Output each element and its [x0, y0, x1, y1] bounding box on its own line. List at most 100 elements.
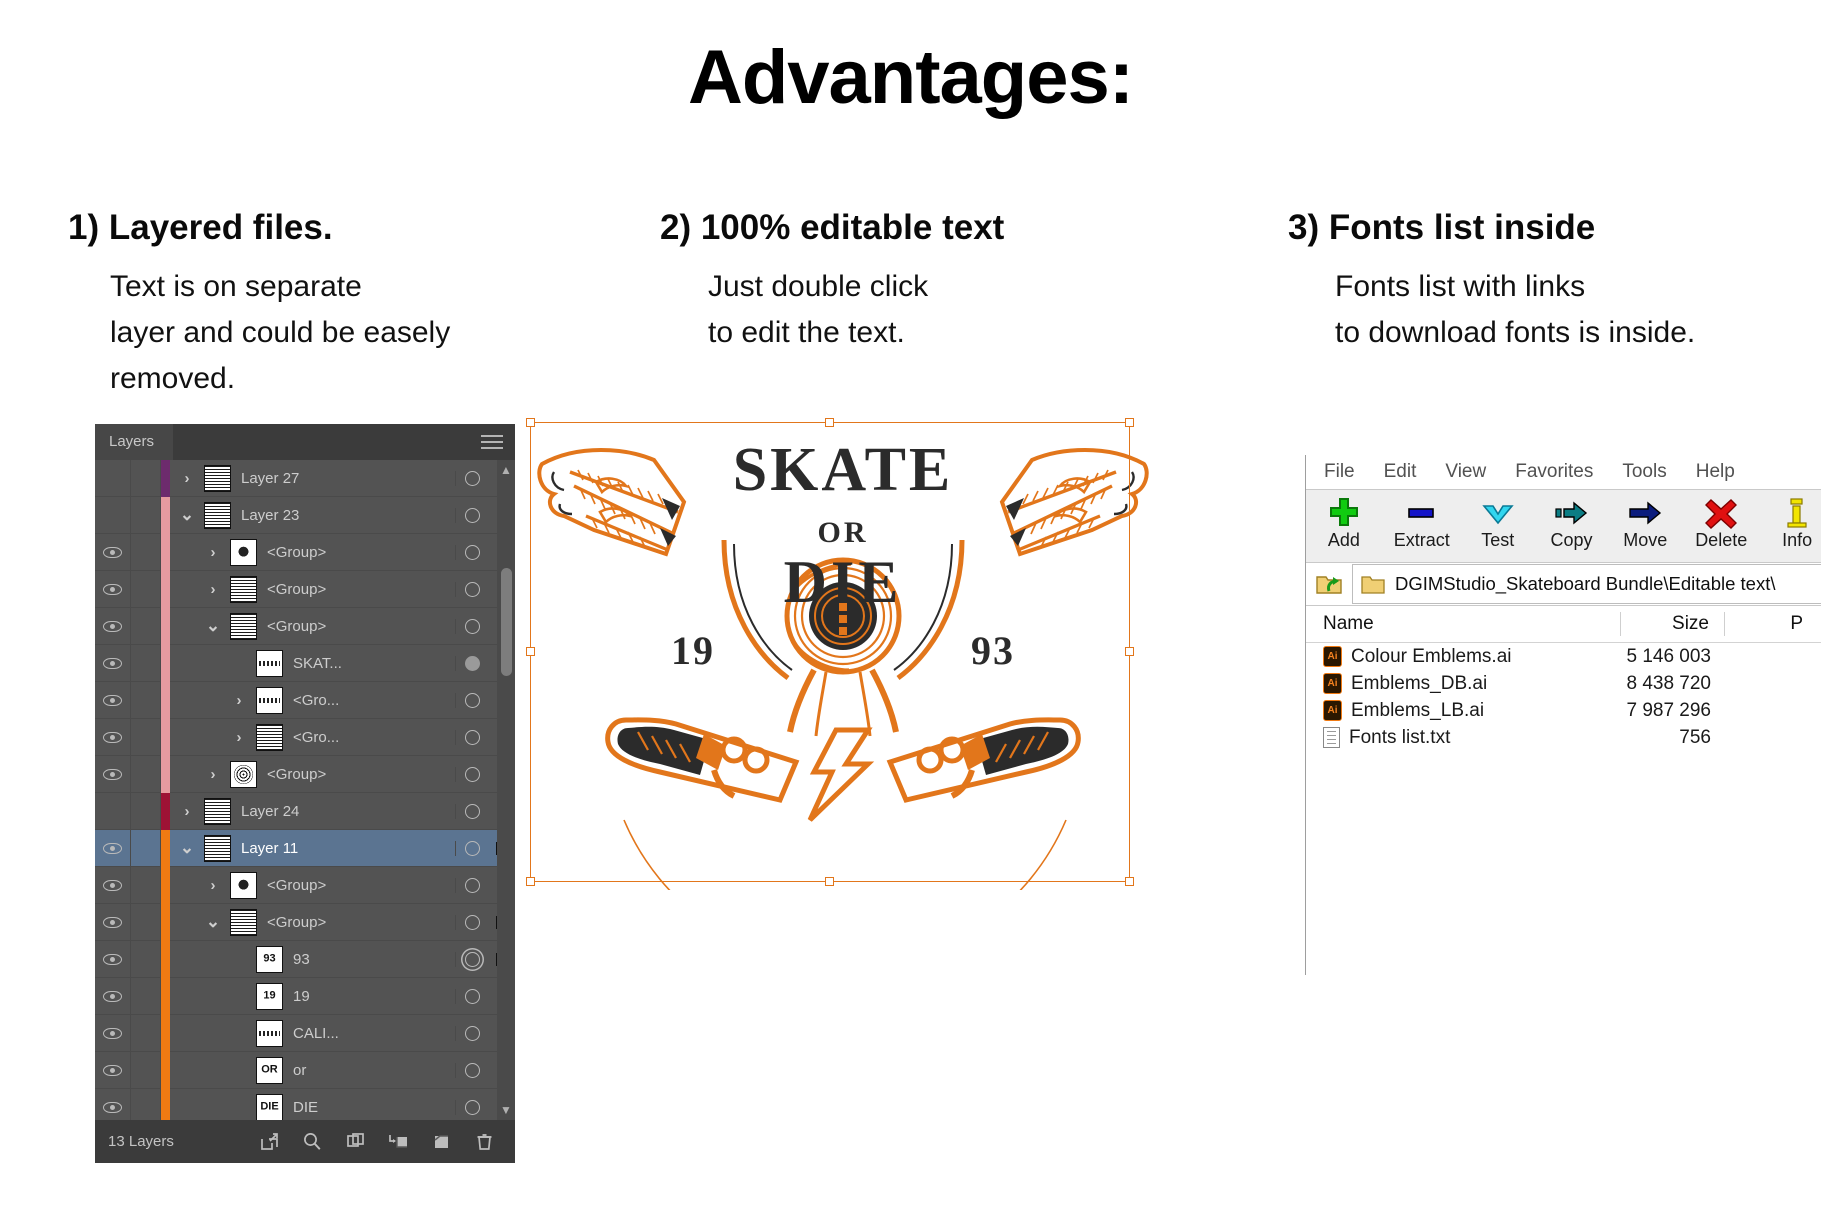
toolbar[interactable]: Add Extract Test Copy Move Delete Info [1306, 489, 1821, 563]
layer-name[interactable]: <Gro... [293, 729, 455, 746]
locate-object-icon[interactable] [302, 1131, 323, 1152]
chevron-right-icon[interactable]: › [196, 581, 230, 598]
lock-toggle[interactable] [131, 608, 161, 644]
column-header-packed[interactable]: P [1790, 613, 1803, 635]
visibility-toggle[interactable] [95, 867, 131, 903]
visibility-toggle[interactable] [95, 941, 131, 977]
lock-toggle[interactable] [131, 941, 161, 977]
file-row[interactable]: Emblems_LB.ai 7 987 296 [1306, 697, 1821, 724]
create-new-sublayer-icon[interactable] [388, 1131, 409, 1152]
toolbar-button-extract[interactable]: Extract [1394, 490, 1450, 551]
layer-row[interactable]: CALI... [95, 1014, 515, 1052]
lock-toggle[interactable] [131, 497, 161, 533]
layer-name[interactable]: Layer 27 [241, 470, 455, 487]
layer-row[interactable]: OR or [95, 1051, 515, 1089]
layer-name[interactable]: or [293, 1062, 455, 1079]
menu-item-file[interactable]: File [1324, 461, 1355, 483]
lock-toggle[interactable] [131, 1052, 161, 1088]
file-row[interactable]: Colour Emblems.ai 5 146 003 [1306, 643, 1821, 670]
chevron-down-icon[interactable]: ⌄ [196, 912, 230, 932]
layer-row[interactable]: ⌄ Layer 11 [95, 829, 515, 867]
layer-name[interactable]: <Group> [267, 544, 455, 561]
toolbar-button-delete[interactable]: Delete [1695, 490, 1747, 551]
layers-panel[interactable]: Layers › Layer 27 ⌄ Layer 23 › <Group> › <Group… [95, 424, 515, 1163]
lock-toggle[interactable] [131, 793, 161, 829]
create-new-layer-icon[interactable] [431, 1131, 452, 1152]
handle-top-center[interactable] [825, 418, 834, 427]
chevron-right-icon[interactable]: › [196, 544, 230, 561]
target-indicator[interactable] [455, 507, 489, 523]
layer-row[interactable]: DIE DIE [95, 1088, 515, 1120]
layer-row[interactable]: › <Group> [95, 866, 515, 904]
target-indicator[interactable] [455, 840, 489, 856]
lock-toggle[interactable] [131, 534, 161, 570]
layer-name[interactable]: 19 [293, 988, 455, 1005]
menu-item-tools[interactable]: Tools [1622, 461, 1666, 483]
lock-toggle[interactable] [131, 867, 161, 903]
visibility-toggle[interactable] [95, 719, 131, 755]
layer-row[interactable]: ⌄ <Group> [95, 607, 515, 645]
target-indicator[interactable] [455, 655, 489, 671]
lock-toggle[interactable] [131, 719, 161, 755]
visibility-toggle[interactable] [95, 645, 131, 681]
target-indicator[interactable] [455, 470, 489, 486]
target-indicator[interactable] [455, 1099, 489, 1115]
lock-toggle[interactable] [131, 1089, 161, 1120]
layer-name[interactable]: <Group> [267, 766, 455, 783]
hamburger-icon[interactable] [481, 435, 503, 449]
target-indicator[interactable] [455, 914, 489, 930]
layers-scrollbar[interactable]: ▲ ▼ [497, 460, 515, 1120]
layer-name[interactable]: 93 [293, 951, 455, 968]
layer-row[interactable]: › Layer 24 [95, 792, 515, 830]
lock-toggle[interactable] [131, 830, 161, 866]
visibility-toggle[interactable] [95, 534, 131, 570]
layer-name[interactable]: <Gro... [293, 692, 455, 709]
layer-name[interactable]: CALI... [293, 1025, 455, 1042]
target-indicator[interactable] [455, 1025, 489, 1041]
handle-top-right[interactable] [1125, 418, 1134, 427]
layer-row[interactable]: SKAT... [95, 644, 515, 682]
layer-row[interactable]: › <Gro... [95, 718, 515, 756]
release-to-layers-icon[interactable] [259, 1131, 280, 1152]
chevron-right-icon[interactable]: › [196, 766, 230, 783]
target-indicator[interactable] [455, 766, 489, 782]
layer-row[interactable]: ⌄ Layer 23 [95, 496, 515, 534]
lock-toggle[interactable] [131, 1015, 161, 1051]
visibility-toggle[interactable] [95, 904, 131, 940]
handle-bottom-left[interactable] [526, 877, 535, 886]
file-list-header[interactable]: Name Size P [1306, 606, 1821, 643]
toolbar-button-info[interactable]: Info [1773, 490, 1821, 551]
chevron-down-icon[interactable]: ⌄ [170, 505, 204, 525]
layer-row[interactable]: › <Group> [95, 570, 515, 608]
column-divider-1[interactable] [1620, 612, 1621, 636]
handle-bottom-right[interactable] [1125, 877, 1134, 886]
visibility-toggle[interactable] [95, 1089, 131, 1120]
layer-name[interactable]: <Group> [267, 618, 455, 635]
layer-row[interactable]: › <Group> [95, 755, 515, 793]
chevron-down-icon[interactable]: ⌄ [170, 838, 204, 858]
visibility-toggle[interactable] [95, 793, 131, 829]
toolbar-button-copy[interactable]: Copy [1548, 490, 1596, 551]
target-indicator[interactable] [455, 692, 489, 708]
make-clipping-mask-icon[interactable] [345, 1131, 366, 1152]
handle-bottom-center[interactable] [825, 877, 834, 886]
layer-name[interactable]: <Group> [267, 877, 455, 894]
visibility-toggle[interactable] [95, 497, 131, 533]
column-header-size[interactable]: Size [1672, 613, 1709, 635]
layer-row[interactable]: › <Gro... [95, 681, 515, 719]
column-header-name[interactable]: Name [1323, 613, 1374, 635]
file-row[interactable]: Emblems_DB.ai 8 438 720 [1306, 670, 1821, 697]
lock-toggle[interactable] [131, 756, 161, 792]
toolbar-button-test[interactable]: Test [1474, 490, 1522, 551]
delete-selection-icon[interactable] [474, 1131, 495, 1152]
path-input[interactable]: DGIMStudio_Skateboard Bundle\Editable te… [1352, 564, 1821, 604]
lock-toggle[interactable] [131, 645, 161, 681]
tab-layers[interactable]: Layers [95, 424, 173, 460]
scrollbar-thumb[interactable] [501, 568, 512, 676]
column-divider-2[interactable] [1724, 612, 1725, 636]
chevron-right-icon[interactable]: › [170, 470, 204, 487]
layer-name[interactable]: SKAT... [293, 655, 455, 672]
target-indicator[interactable] [455, 729, 489, 745]
selection-bounding-box[interactable] [526, 418, 1134, 886]
path-bar[interactable]: DGIMStudio_Skateboard Bundle\Editable te… [1306, 563, 1821, 606]
